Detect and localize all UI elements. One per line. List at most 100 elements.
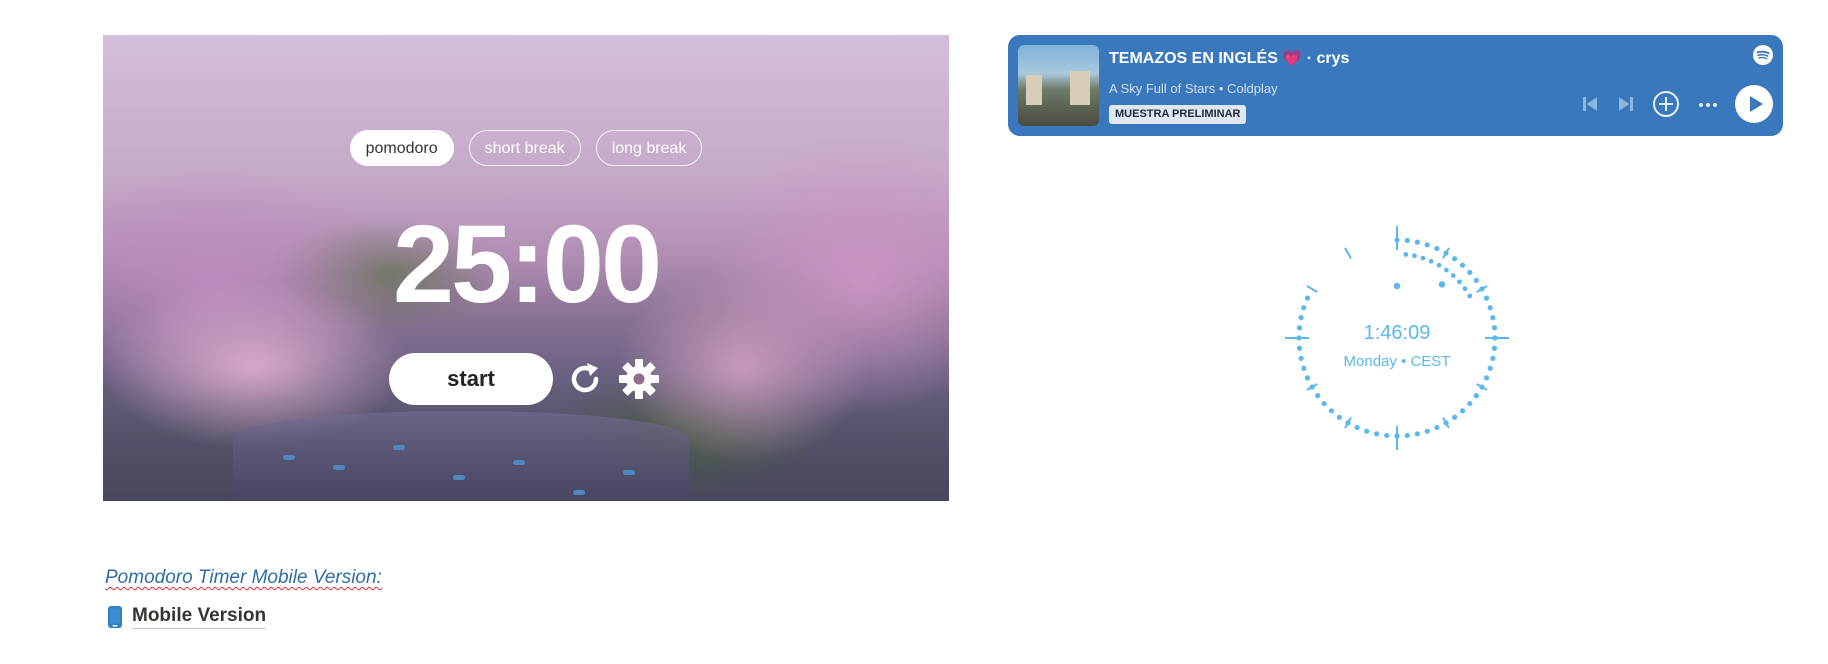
spotify-embed: TEMAZOS EN INGLÉS 💗 · crys A Sky Full of… — [1008, 35, 1783, 136]
background-boat — [623, 470, 635, 475]
clock-dot — [1414, 239, 1420, 245]
clock-dot — [1467, 400, 1473, 407]
clock-dot — [1467, 269, 1473, 276]
clock-dot — [1404, 432, 1410, 439]
clock-second-dot — [1436, 262, 1442, 268]
clock-dot — [1434, 424, 1440, 431]
background-boat — [283, 455, 295, 460]
clock-dot — [1473, 277, 1479, 283]
clock-second-dot — [1412, 253, 1417, 259]
title-separator: · — [1306, 50, 1313, 67]
clock-second-dot — [1403, 252, 1409, 257]
clock-dot — [1384, 432, 1390, 439]
clock-dot — [1336, 414, 1342, 420]
clock-dot — [1315, 393, 1321, 399]
clock-dot — [1459, 262, 1466, 268]
mobile-version-link[interactable]: Mobile Version — [108, 605, 267, 629]
tab-pomodoro[interactable]: pomodoro — [349, 130, 454, 166]
clock-dot — [1487, 305, 1493, 311]
clock-dot — [1394, 433, 1400, 439]
clock-second-dot — [1428, 258, 1434, 264]
clock-dot — [1483, 295, 1490, 301]
clock-dot — [1354, 424, 1360, 431]
more-icon[interactable] — [1695, 91, 1721, 117]
tab-long-break[interactable]: long break — [595, 130, 703, 166]
clock-second-dot — [1443, 267, 1449, 273]
clock-tick — [1306, 285, 1318, 293]
clock-second-dot — [1457, 279, 1462, 285]
background-boat — [513, 460, 525, 465]
clock-dot — [1479, 384, 1485, 390]
clock-dot — [1394, 237, 1400, 243]
gear-icon[interactable] — [617, 357, 661, 401]
track-info: A Sky Full of Stars • Coldplay — [1109, 81, 1278, 96]
tab-short-break[interactable]: short break — [468, 130, 581, 166]
mobile-version-heading: Pomodoro Timer Mobile Version: — [105, 567, 382, 589]
track-separator: • — [1218, 81, 1224, 96]
clock-dot — [1304, 295, 1311, 301]
play-icon[interactable] — [1735, 85, 1773, 123]
clock-dot — [1490, 315, 1496, 321]
background-boat — [393, 445, 405, 450]
timer-controls: start — [389, 353, 661, 405]
clock-day-timezone: Monday • CEST — [1343, 353, 1451, 370]
cover-building — [1070, 71, 1090, 105]
clock-dot — [1452, 414, 1458, 420]
background-boat — [573, 490, 585, 495]
heart-emoji: 💗 — [1282, 50, 1303, 67]
clock-second-dot — [1467, 293, 1473, 299]
analog-clock-widget: 1:46:09 Monday • CEST — [1277, 218, 1517, 458]
clock-dot — [1364, 428, 1370, 434]
add-icon[interactable] — [1651, 89, 1681, 119]
preview-badge: MUESTRA PRELIMINAR — [1109, 105, 1247, 124]
clock-dot — [1414, 431, 1420, 437]
clock-dot — [1301, 305, 1307, 311]
clock-dot — [1296, 345, 1303, 351]
clock-dot — [1473, 393, 1479, 399]
clock-dot — [1434, 245, 1440, 252]
clock-second-dot — [1450, 273, 1456, 278]
clock-dot — [1328, 408, 1335, 414]
reset-icon[interactable] — [563, 357, 607, 401]
cover-building — [1026, 75, 1042, 105]
next-icon[interactable] — [1615, 93, 1637, 115]
clock-dot — [1452, 256, 1458, 262]
mobile-phone-icon — [108, 606, 122, 628]
spotify-logo-icon[interactable] — [1753, 45, 1773, 65]
clock-dot — [1424, 428, 1430, 434]
clock-dot — [1424, 242, 1430, 248]
clock-dot — [1304, 375, 1311, 381]
timer-display: 25:00 — [392, 203, 662, 326]
clock-time: 1:46:09 — [1363, 322, 1431, 344]
background-river — [233, 411, 689, 501]
clock-hand-dot — [1438, 281, 1446, 288]
album-cover[interactable] — [1018, 45, 1099, 126]
background-boat — [453, 475, 465, 480]
clock-second-dot — [1420, 255, 1426, 261]
pomodoro-widget: pomodoro short break long break 25:00 st… — [103, 35, 949, 501]
background-boat — [333, 465, 345, 470]
artist-name[interactable]: Coldplay — [1227, 81, 1278, 96]
playlist-owner: crys — [1316, 50, 1350, 67]
heading-text: Pomodoro Timer Mobile Version: — [105, 567, 382, 588]
clock-dot — [1443, 250, 1449, 256]
previous-icon[interactable] — [1579, 93, 1601, 115]
clock-dot — [1321, 400, 1327, 407]
clock-dot — [1479, 286, 1485, 292]
clock-dot — [1345, 420, 1351, 426]
clock-dot — [1404, 237, 1410, 244]
start-button[interactable]: start — [389, 353, 553, 405]
clock-second-dot — [1462, 286, 1468, 292]
mobile-version-label: Mobile Version — [132, 605, 267, 629]
track-name[interactable]: A Sky Full of Stars — [1109, 81, 1215, 96]
clock-dot — [1459, 408, 1466, 414]
clock-dot — [1443, 420, 1449, 426]
playlist-name: TEMAZOS EN INGLÉS — [1109, 50, 1278, 67]
clock-dot — [1309, 384, 1315, 390]
clock-dot — [1298, 315, 1304, 321]
mode-tabs: pomodoro short break long break — [103, 130, 949, 166]
clock-hand-dot — [1393, 282, 1401, 290]
clock-dot — [1491, 345, 1498, 351]
clock-dot — [1483, 375, 1490, 381]
playlist-title[interactable]: TEMAZOS EN INGLÉS 💗 · crys — [1109, 48, 1349, 68]
